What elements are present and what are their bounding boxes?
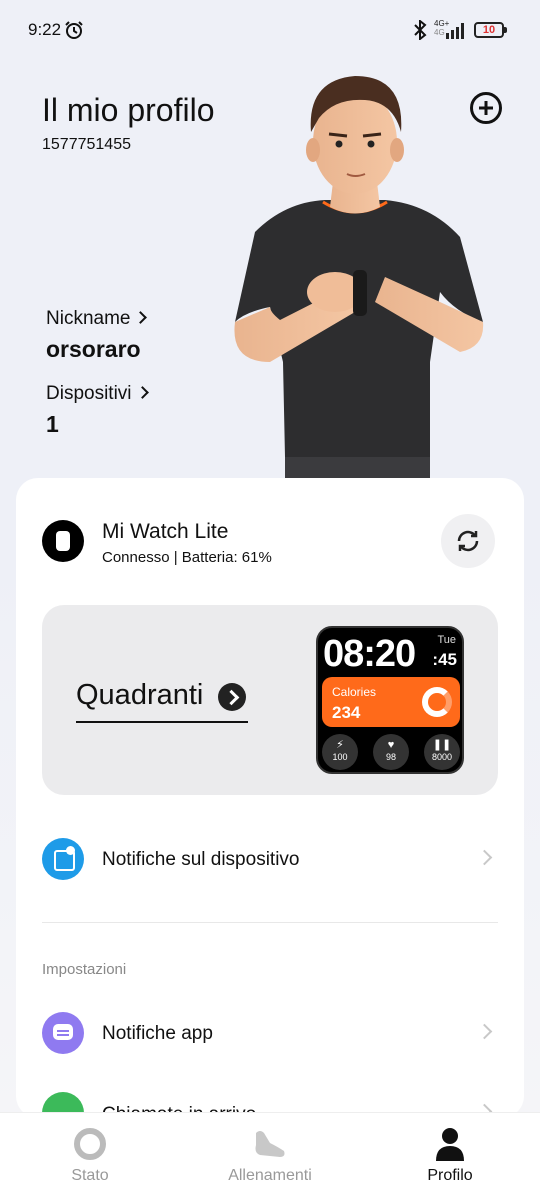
watch-icon	[42, 520, 84, 562]
footprints-icon: ❚❚	[432, 739, 452, 751]
nickname-link[interactable]: Nickname	[46, 308, 148, 330]
tab-stato[interactable]: Stato	[0, 1113, 180, 1200]
underline	[76, 721, 248, 723]
user-id: 1577751455	[42, 136, 131, 153]
watch-time: 08:20	[323, 633, 416, 675]
devices-label: Dispositivi	[46, 383, 132, 404]
devices-count: 1	[46, 411, 59, 437]
notification-badge-icon	[42, 838, 84, 880]
stat-energy: ⚡ 100	[322, 734, 358, 770]
calories-gauge-icon	[422, 687, 452, 717]
tab-profilo[interactable]: Profilo	[360, 1113, 540, 1200]
status-time: 9:22	[28, 20, 62, 39]
bolt-icon: ⚡	[336, 739, 344, 751]
app-notifications-label: Notifiche app	[102, 1023, 213, 1044]
nickname-value: orsoraro	[46, 336, 141, 362]
status-bar: 9:22 4G+ 4G 10	[0, 0, 540, 60]
tab-label: Profilo	[427, 1167, 473, 1184]
chevron-right-icon	[134, 311, 148, 324]
device-notifications-item[interactable]: Notifiche sul dispositivo	[42, 838, 498, 882]
ring-icon	[74, 1128, 106, 1160]
calories-label: Calories	[332, 685, 377, 699]
sync-button[interactable]	[441, 514, 495, 568]
network-type-bottom: 4G	[434, 28, 445, 37]
chevron-right-icon	[476, 849, 493, 866]
watch-faces-panel[interactable]: Quadranti 08:20 Tue :45 Calories 234 ⚡ 1…	[42, 605, 498, 795]
divider	[42, 922, 498, 923]
devices-link[interactable]: Dispositivi	[46, 383, 149, 405]
watch-seconds-value: 45	[438, 650, 457, 669]
watch-seconds: :45	[432, 650, 457, 669]
heart-icon: ♥	[387, 739, 395, 751]
stat-value: 8000	[431, 752, 453, 762]
watch-face-preview: 08:20 Tue :45 Calories 234 ⚡ 100 ♥ 98 ❚❚…	[316, 626, 464, 774]
signal-strength-icon	[446, 23, 464, 39]
device-status: Connesso | Batteria: 61%	[102, 549, 272, 566]
settings-section-header: Impostazioni	[42, 961, 127, 978]
tab-allenamenti[interactable]: Allenamenti	[180, 1113, 360, 1200]
watch-day: Tue	[437, 634, 456, 646]
person-icon	[436, 1128, 464, 1161]
chevron-right-icon	[476, 1023, 493, 1040]
shoe-icon	[255, 1131, 285, 1157]
calories-widget: Calories 234	[322, 677, 460, 727]
calories-value: 234	[332, 703, 361, 722]
tab-label: Stato	[71, 1167, 109, 1184]
nickname-label: Nickname	[46, 308, 131, 329]
device-name[interactable]: Mi Watch Lite	[102, 520, 228, 544]
avatar-illustration	[234, 76, 484, 482]
arrow-right-icon	[218, 683, 246, 711]
stat-heart: ♥ 98	[373, 734, 409, 770]
app-notifications-item[interactable]: Notifiche app	[42, 1012, 498, 1056]
stat-value: 98	[385, 752, 396, 762]
device-notifications-label: Notifiche sul dispositivo	[102, 849, 300, 870]
chevron-right-icon	[135, 386, 149, 399]
chat-bubble-icon	[42, 1012, 84, 1054]
bottom-navigation: Stato Allenamenti Profilo	[0, 1112, 540, 1200]
tab-label: Allenamenti	[228, 1167, 312, 1184]
watch-faces-label: Quadranti	[76, 679, 204, 711]
alarm-clock-icon	[65, 21, 83, 39]
device-card: Mi Watch Lite Connesso | Batteria: 61% Q…	[16, 478, 524, 1122]
page-title: Il mio profilo	[42, 92, 215, 128]
sync-icon	[457, 530, 479, 552]
stat-steps: ❚❚ 8000	[424, 734, 460, 770]
battery-icon: 10	[474, 22, 507, 38]
stat-value: 100	[332, 752, 348, 762]
bluetooth-icon	[414, 20, 427, 40]
